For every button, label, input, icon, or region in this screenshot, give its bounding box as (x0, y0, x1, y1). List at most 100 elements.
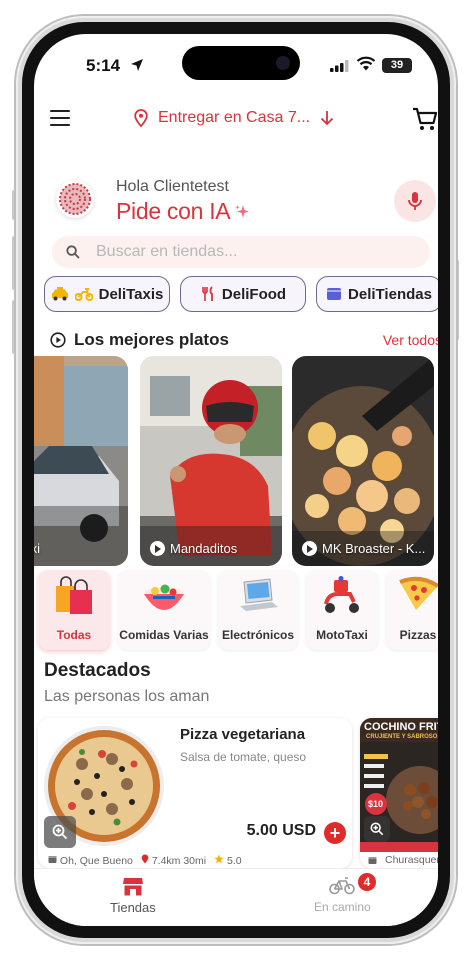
location-arrow-icon (131, 59, 143, 71)
taxi-icon (51, 287, 68, 301)
motorbike-icon (74, 288, 93, 301)
story-label-text: MK Broaster - K... (322, 541, 426, 556)
story-label: MK Broaster - K... (302, 541, 425, 556)
best-dishes-header: Los mejores platos Ver todos (50, 330, 438, 350)
store-logo (56, 180, 94, 218)
location-pin-icon (141, 854, 149, 864)
add-to-cart-button[interactable]: + (324, 822, 346, 844)
store-name: Churasqueria (385, 854, 438, 866)
product-card[interactable]: COCHINO FRITO CRUJIENTE Y SABROSO $10 Ch… (360, 718, 438, 868)
see-all-link[interactable]: Ver todos (383, 332, 438, 348)
menu-icon[interactable] (50, 110, 70, 126)
product-name: Pizza vegetariana (180, 726, 306, 743)
chip-delitiendas[interactable]: DeliTiendas (316, 276, 438, 312)
cart-icon[interactable] (412, 106, 438, 132)
store-icon (368, 856, 377, 864)
distance-text: 7.4km 30mi (151, 855, 207, 867)
rating-meta: 5.0 (214, 854, 242, 867)
story-thumbnail-broaster (292, 356, 434, 566)
category-electronicos[interactable]: Electrónicos (218, 570, 298, 650)
section-title-label: Los mejores platos (74, 330, 229, 349)
fork-knife-icon (202, 286, 213, 301)
notification-badge: 4 (358, 873, 376, 891)
store-name: Oh, Que Bueno (59, 854, 133, 867)
phone-bezel: 5:14 39 Entregar en Casa 7... Hola Clien… (22, 22, 450, 938)
chip-delifood[interactable]: DeliFood (180, 276, 306, 312)
story-card[interactable]: MK Broaster - K... (292, 356, 434, 566)
category-pizzas[interactable]: Pizzas (386, 570, 438, 650)
battery-indicator: 39 (382, 58, 412, 73)
microphone-icon (408, 192, 422, 210)
pizza-slice-icon (399, 576, 438, 610)
category-todas[interactable]: Todas (38, 570, 110, 650)
poster-subtitle: CRUJIENTE Y SABROSO (366, 734, 438, 740)
store-icon (327, 288, 342, 300)
voice-input-button[interactable] (394, 180, 436, 222)
search-input[interactable] (96, 243, 386, 261)
store-search-bar[interactable] (52, 236, 430, 268)
store-icon (48, 855, 57, 863)
play-icon (150, 541, 165, 556)
story-thumbnail-mandaditos (140, 356, 282, 566)
rating-text: 5.0 (227, 855, 242, 867)
arrow-down-icon (320, 111, 334, 126)
product-card[interactable]: Pizza vegetariana Salsa de tomate, queso… (38, 718, 352, 868)
zoom-in-icon (370, 822, 384, 836)
tab-label: En camino (314, 900, 371, 914)
story-label: litaxi (34, 541, 40, 556)
ai-order-title[interactable]: Pide con IA (116, 198, 250, 225)
chip-delitaxis[interactable]: DeliTaxis (44, 276, 170, 312)
story-label-text: litaxi (34, 541, 41, 556)
tab-tiendas[interactable]: Tiendas (110, 877, 156, 915)
ai-order-label: Pide con IA (116, 198, 231, 224)
status-bar: 5:14 39 (34, 34, 438, 90)
phone-frame: 5:14 39 Entregar en Casa 7... Hola Clien… (16, 16, 456, 944)
wifi-icon (356, 56, 376, 71)
zoom-image-button[interactable] (44, 816, 76, 848)
food-bowl-icon (144, 584, 184, 610)
search-icon (66, 245, 80, 259)
featured-subtitle: Las personas los aman (44, 688, 210, 705)
star-icon (214, 854, 224, 864)
featured-title: Destacados (44, 660, 151, 681)
service-chips: DeliTaxis DeliFood DeliTiendas (44, 276, 438, 312)
store-meta: Oh, Que Bueno (48, 855, 133, 867)
category-row: Todas Comidas Varias Electrónicos MotoTa… (34, 570, 438, 652)
tab-label: Tiendas (110, 900, 156, 915)
sparkle-icon (235, 204, 250, 218)
storefront-icon (122, 878, 143, 896)
poster-price: $10 (368, 799, 384, 809)
category-mototaxi[interactable]: MotoTaxi (306, 570, 378, 650)
section-title: Los mejores platos (50, 330, 229, 350)
story-carousel: litaxi Mandaditos (34, 356, 438, 566)
story-thumbnail-taxi (34, 356, 128, 566)
delivery-address-selector[interactable]: Entregar en Casa 7... (134, 106, 334, 130)
category-comidas-varias[interactable]: Comidas Varias (118, 570, 210, 650)
camera-icon (276, 56, 290, 70)
product-price: 5.00 USD (246, 822, 316, 839)
distance-meta: 7.4km 30mi (141, 854, 206, 867)
story-card[interactable]: Mandaditos (140, 356, 282, 566)
category-label: Todas (56, 628, 92, 642)
category-label: Electrónicos (221, 628, 295, 642)
app-screen: 5:14 39 Entregar en Casa 7... Hola Clien… (34, 34, 438, 926)
product-meta: Oh, Que Bueno 7.4km 30mi 5.0 (48, 854, 242, 867)
status-time: 5:14 (86, 56, 121, 75)
zoom-in-icon (52, 824, 68, 840)
story-card[interactable]: litaxi (34, 356, 128, 566)
delivery-address-label: Entregar en Casa 7... (158, 109, 311, 126)
bicycle-icon (329, 877, 356, 895)
story-label-text: Mandaditos (170, 541, 238, 556)
play-circle-icon (50, 332, 66, 348)
chip-label: DeliTiendas (348, 285, 432, 303)
dynamic-island (182, 46, 300, 80)
laptop-icon (240, 578, 278, 611)
category-label: Pizzas (399, 628, 437, 642)
zoom-image-button[interactable] (364, 816, 390, 842)
shopping-bags-icon (56, 576, 92, 614)
chip-label: DeliTaxis (98, 285, 164, 303)
greeting-text: Hola Clientetest (116, 178, 229, 195)
category-label: MotoTaxi (316, 628, 368, 642)
product-meta: Churasqueria (368, 854, 438, 866)
poster-title: COCHINO FRITO (364, 721, 438, 733)
